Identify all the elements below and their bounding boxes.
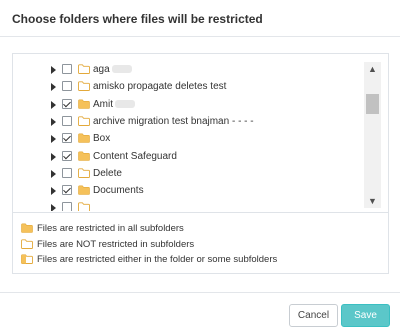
- cancel-button[interactable]: Cancel: [289, 304, 338, 327]
- folder-checkbox[interactable]: [62, 185, 72, 196]
- folder-label: Delete: [93, 167, 122, 179]
- legend-text: Files are restricted either in the folde…: [37, 254, 278, 265]
- expand-caret-icon[interactable]: [51, 66, 56, 74]
- folder-label: archive migration test bnajman - - - -: [93, 115, 254, 127]
- expand-caret-icon[interactable]: [51, 169, 56, 178]
- scroll-thumb[interactable]: [366, 94, 379, 114]
- folder-label: Amit: [93, 99, 135, 110]
- folder-label: Content Safeguard: [93, 150, 177, 162]
- dialog-header: Choose folders where files will be restr…: [0, 0, 400, 37]
- outline-folder-icon: [78, 168, 90, 178]
- folder-checkbox[interactable]: [62, 133, 72, 144]
- folder-checkbox[interactable]: [62, 202, 72, 211]
- outline-folder-icon: [78, 81, 90, 92]
- tree-row[interactable]: aga: [13, 61, 364, 79]
- tree-row[interactable]: Amit: [13, 96, 364, 114]
- legend-text: Files are restricted in all subfolders: [37, 223, 184, 234]
- filled-folder-icon: [78, 151, 90, 161]
- outline-folder-icon: [78, 64, 90, 74]
- folder-checkbox[interactable]: [62, 115, 72, 126]
- folder-label: Box: [93, 133, 111, 145]
- legend-text: Files are NOT restricted in subfolders: [37, 238, 195, 250]
- dialog-title: Choose folders where files will be restr…: [12, 12, 263, 26]
- filled-folder-icon: [78, 133, 90, 143]
- expand-caret-icon[interactable]: [51, 204, 56, 211]
- scroll-up-arrow-icon[interactable]: ▲: [364, 62, 381, 76]
- expand-caret-icon[interactable]: [51, 83, 56, 92]
- expand-caret-icon[interactable]: [51, 117, 56, 126]
- partial-folder-icon: [21, 254, 33, 264]
- tree-row[interactable]: [13, 199, 364, 211]
- folder-checkbox[interactable]: [62, 98, 72, 109]
- tree-row[interactable]: Content Safeguard: [13, 148, 364, 166]
- outline-folder-icon: [78, 202, 90, 211]
- folder-legend: Files are restricted in all subfolders Fi…: [13, 212, 388, 273]
- expand-caret-icon[interactable]: [51, 152, 56, 161]
- scroll-down-arrow-icon[interactable]: ▼: [364, 194, 381, 208]
- folder-checkbox[interactable]: [62, 81, 72, 92]
- folder-checkbox[interactable]: [62, 64, 72, 74]
- folder-checkbox[interactable]: [62, 167, 72, 178]
- outline-folder-icon: [21, 238, 33, 249]
- folder-label: aga: [93, 64, 132, 75]
- outline-folder-icon: [78, 116, 90, 126]
- filled-folder-icon: [78, 185, 90, 195]
- expand-caret-icon[interactable]: [51, 100, 56, 109]
- tree-scrollbar[interactable]: ▲ ▼: [364, 62, 381, 208]
- expand-caret-icon[interactable]: [51, 135, 56, 144]
- redacted-text: [111, 65, 132, 73]
- folder-picker-panel: aga amisko propagate deletes test Amit arch…: [12, 53, 389, 274]
- tree-row[interactable]: archive migration test bnajman - - - -: [13, 113, 364, 131]
- expand-caret-icon[interactable]: [51, 187, 56, 196]
- tree-row[interactable]: amisko propagate deletes test: [13, 78, 364, 96]
- save-button[interactable]: Save: [341, 304, 390, 327]
- folder-label: amisko propagate deletes test: [93, 81, 227, 93]
- filled-folder-icon: [78, 99, 90, 109]
- filled-folder-icon: [21, 223, 33, 233]
- folder-checkbox[interactable]: [62, 150, 72, 161]
- tree-row[interactable]: Documents: [13, 182, 364, 200]
- folder-label: Documents: [93, 185, 144, 197]
- folder-tree: aga amisko propagate deletes test Amit arch…: [13, 54, 364, 211]
- tree-row[interactable]: Delete: [13, 165, 364, 183]
- dialog-footer: Cancel Save: [0, 292, 400, 333]
- redacted-text: [115, 99, 135, 108]
- tree-row[interactable]: Box: [13, 130, 364, 148]
